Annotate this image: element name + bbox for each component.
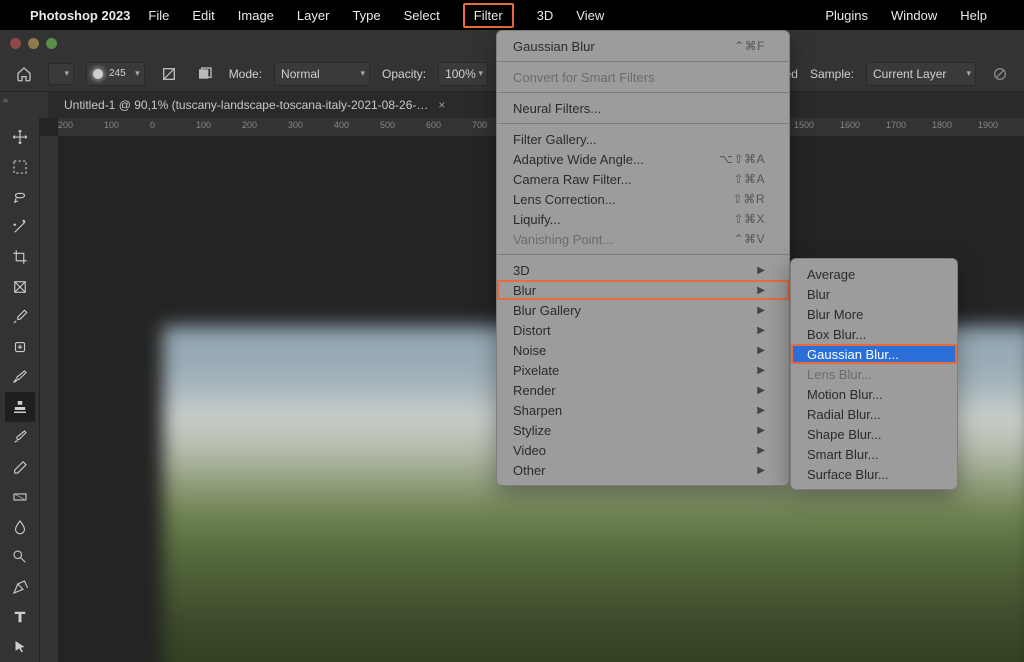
frame-tool[interactable] [5,272,35,302]
filter-sub-sharpen[interactable]: Sharpen▶ [497,400,789,420]
filter-sub-stylize[interactable]: Stylize▶ [497,420,789,440]
brush-panel-toggle[interactable] [157,62,181,86]
filter-menu: Gaussian Blur ⌃⌘F Convert for Smart Filt… [496,30,790,486]
blur-gaussian-blur[interactable]: Gaussian Blur... [791,344,957,364]
move-tool[interactable] [5,122,35,152]
gradient-tool[interactable] [5,482,35,512]
filter-sub-video[interactable]: Video▶ [497,440,789,460]
blur-radial-blur[interactable]: Radial Blur... [791,404,957,424]
blur-submenu: Average Blur Blur More Box Blur... Gauss… [790,258,958,490]
blur-shape-blur[interactable]: Shape Blur... [791,424,957,444]
marquee-tool[interactable] [5,152,35,182]
filter-sub-3d[interactable]: 3D▶ [497,260,789,280]
tool-preset-picker[interactable] [48,63,74,85]
crop-tool[interactable] [5,242,35,272]
filter-liquify[interactable]: Liquify...⇧⌘X [497,209,789,229]
eraser-tool[interactable] [5,452,35,482]
menu-file[interactable]: File [148,8,169,23]
filter-neural[interactable]: Neural Filters... [497,98,789,118]
window-minimize-button[interactable] [28,38,39,49]
filter-vanishing-point: Vanishing Point...⌃⌘V [497,229,789,249]
blur-blur-more[interactable]: Blur More [791,304,957,324]
brush-preset-picker[interactable]: 245 [86,62,145,86]
lasso-tool[interactable] [5,182,35,212]
document-tab-title: Untitled-1 @ 90,1% (tuscany-landscape-to… [64,98,428,112]
eyedropper-tool[interactable] [5,302,35,332]
ignore-adjustment-layers-toggle[interactable] [988,62,1012,86]
filter-lens-correction[interactable]: Lens Correction...⇧⌘R [497,189,789,209]
menu-3d[interactable]: 3D [537,8,554,23]
mode-label: Mode: [229,67,262,81]
window-maximize-button[interactable] [46,38,57,49]
blur-motion-blur[interactable]: Motion Blur... [791,384,957,404]
filter-adaptive-wide-angle[interactable]: Adaptive Wide Angle...⌥⇧⌘A [497,149,789,169]
filter-sub-pixelate[interactable]: Pixelate▶ [497,360,789,380]
menu-help[interactable]: Help [960,8,987,23]
history-brush-tool[interactable] [5,422,35,452]
menu-view[interactable]: View [576,8,604,23]
filter-sub-other[interactable]: Other▶ [497,460,789,480]
path-select-tool[interactable] [5,632,35,662]
filter-convert-smart: Convert for Smart Filters [497,67,789,87]
blur-tool[interactable] [5,512,35,542]
filter-last[interactable]: Gaussian Blur ⌃⌘F [497,36,789,56]
menu-filter[interactable]: Filter [463,3,514,28]
mode-dropdown[interactable]: Normal [274,62,370,86]
ruler-vertical [40,136,58,662]
brush-tool[interactable] [5,362,35,392]
filter-sub-blur[interactable]: Blur▶ [497,280,789,300]
menu-layer[interactable]: Layer [297,8,330,23]
left-toolbar [0,118,40,662]
stamp-tool[interactable] [5,392,35,422]
pen-tool[interactable] [5,572,35,602]
heal-tool[interactable] [5,332,35,362]
brush-dot-icon [93,69,103,79]
menu-plugins[interactable]: Plugins [825,8,868,23]
blur-blur[interactable]: Blur [791,284,957,304]
document-tab[interactable]: Untitled-1 @ 90,1% (tuscany-landscape-to… [54,93,455,117]
blur-average[interactable]: Average [791,264,957,284]
filter-gallery[interactable]: Filter Gallery... [497,129,789,149]
filter-camera-raw[interactable]: Camera Raw Filter...⇧⌘A [497,169,789,189]
menu-type[interactable]: Type [352,8,380,23]
blur-box-blur[interactable]: Box Blur... [791,324,957,344]
blur-smart-blur[interactable]: Smart Blur... [791,444,957,464]
type-tool[interactable] [5,602,35,632]
opacity-label: Opacity: [382,67,426,81]
dodge-tool[interactable] [5,542,35,572]
menu-select[interactable]: Select [404,8,440,23]
window-close-button[interactable] [10,38,21,49]
menu-window[interactable]: Window [891,8,937,23]
brush-size: 245 [109,68,126,79]
tab-expand-icon[interactable]: » [3,95,8,105]
opacity-dropdown[interactable]: 100% [438,62,488,86]
blur-surface-blur[interactable]: Surface Blur... [791,464,957,484]
home-button[interactable] [12,62,36,86]
filter-sub-noise[interactable]: Noise▶ [497,340,789,360]
filter-sub-blur-gallery[interactable]: Blur Gallery▶ [497,300,789,320]
menu-edit[interactable]: Edit [192,8,214,23]
wand-tool[interactable] [5,212,35,242]
macos-menubar: Photoshop 2023 File Edit Image Layer Typ… [0,0,1024,30]
filter-sub-render[interactable]: Render▶ [497,380,789,400]
sample-label: Sample: [810,67,854,81]
menu-image[interactable]: Image [238,8,274,23]
traffic-lights [10,38,57,49]
clone-source-panel[interactable] [193,62,217,86]
sample-dropdown[interactable]: Current Layer [866,62,976,86]
blur-lens-blur: Lens Blur... [791,364,957,384]
tab-close-button[interactable]: × [438,98,445,112]
app-name: Photoshop 2023 [30,8,130,23]
filter-sub-distort[interactable]: Distort▶ [497,320,789,340]
